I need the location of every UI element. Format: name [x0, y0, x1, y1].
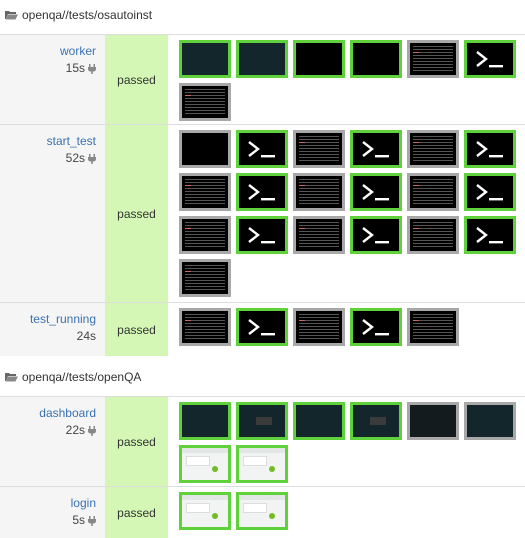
module-row-worker: worker 15s passed — [0, 34, 525, 124]
result-text: passed — [117, 434, 156, 449]
screenshot-thumbnail[interactable] — [179, 492, 231, 530]
duration-text: 24s — [76, 329, 96, 343]
screenshot-thumbnail[interactable] — [350, 308, 402, 346]
screenshot-thumbnail[interactable] — [236, 445, 288, 483]
screenshot-thumbnail[interactable] — [407, 308, 459, 346]
screenshot-thumbnail[interactable] — [407, 173, 459, 211]
result-text: passed — [117, 206, 156, 221]
module-link-login[interactable]: login — [71, 496, 96, 510]
result-cell: passed — [105, 487, 168, 538]
module-link-test-running[interactable]: test_running — [30, 312, 96, 326]
screenshot-thumbnail[interactable] — [293, 308, 345, 346]
screenshot-thumbnail[interactable] — [293, 173, 345, 211]
result-text: passed — [117, 505, 156, 520]
module-name-cell: dashboard 22s — [0, 397, 105, 486]
screenshot-thumbnail[interactable] — [179, 83, 231, 121]
duration-text: 5s — [72, 513, 85, 527]
screenshot-thumbnail[interactable] — [464, 173, 516, 211]
thumbnail-strip — [168, 125, 525, 302]
group-header-openqa: openqa//tests/openQA — [0, 362, 525, 392]
screenshot-thumbnail[interactable] — [407, 216, 459, 254]
screenshot-thumbnail[interactable] — [179, 173, 231, 211]
result-text: passed — [117, 72, 156, 87]
screenshot-thumbnail[interactable] — [350, 130, 402, 168]
screenshot-thumbnail[interactable] — [293, 40, 345, 78]
screenshot-thumbnail[interactable] — [407, 40, 459, 78]
module-row-login: login 5s passed — [0, 486, 525, 538]
folder-open-icon — [5, 10, 18, 20]
module-name-cell: test_running 24s — [0, 303, 105, 356]
thumbnail-strip — [168, 303, 525, 356]
plug-icon — [88, 153, 96, 164]
screenshot-thumbnail[interactable] — [179, 216, 231, 254]
module-link-dashboard[interactable]: dashboard — [39, 406, 96, 420]
module-duration: 5s — [72, 513, 96, 527]
thumbnail-strip — [168, 487, 525, 538]
screenshot-thumbnail[interactable] — [464, 40, 516, 78]
module-link-start-test[interactable]: start_test — [47, 134, 96, 148]
duration-text: 15s — [65, 61, 85, 75]
module-duration: 15s — [66, 61, 96, 75]
screenshot-thumbnail[interactable] — [293, 402, 345, 440]
screenshot-thumbnail[interactable] — [236, 130, 288, 168]
module-row-dashboard: dashboard 22s passed — [0, 396, 525, 486]
group-title: openqa//tests/openQA — [22, 370, 142, 384]
module-row-start-test: start_test 52s passed — [0, 124, 525, 302]
screenshot-thumbnail[interactable] — [179, 445, 231, 483]
screenshot-thumbnail[interactable] — [179, 259, 231, 297]
group-title: openqa//tests/osautoinst — [22, 8, 153, 22]
module-duration: 52s — [66, 151, 96, 165]
screenshot-thumbnail[interactable] — [236, 40, 288, 78]
result-cell: passed — [105, 35, 168, 124]
screenshot-thumbnail[interactable] — [293, 216, 345, 254]
screenshot-thumbnail[interactable] — [236, 173, 288, 211]
screenshot-thumbnail[interactable] — [236, 308, 288, 346]
screenshot-thumbnail[interactable] — [236, 492, 288, 530]
result-text: passed — [117, 322, 156, 337]
module-link-worker[interactable]: worker — [60, 44, 96, 58]
thumbnail-strip — [168, 35, 525, 124]
screenshot-thumbnail[interactable] — [407, 402, 459, 440]
duration-text: 22s — [65, 423, 85, 437]
screenshot-thumbnail[interactable] — [407, 130, 459, 168]
module-name-cell: start_test 52s — [0, 125, 105, 302]
duration-text: 52s — [65, 151, 85, 165]
module-name-cell: worker 15s — [0, 35, 105, 124]
screenshot-thumbnail[interactable] — [179, 40, 231, 78]
screenshot-thumbnail[interactable] — [179, 308, 231, 346]
screenshot-thumbnail[interactable] — [464, 216, 516, 254]
screenshot-thumbnail[interactable] — [236, 402, 288, 440]
screenshot-thumbnail[interactable] — [464, 130, 516, 168]
group-header-osautoinst: openqa//tests/osautoinst — [0, 0, 525, 30]
plug-icon — [88, 425, 96, 436]
screenshot-thumbnail[interactable] — [464, 402, 516, 440]
folder-open-icon — [5, 372, 18, 382]
screenshot-thumbnail[interactable] — [236, 216, 288, 254]
screenshot-thumbnail[interactable] — [179, 130, 231, 168]
screenshot-thumbnail[interactable] — [293, 130, 345, 168]
plug-icon — [88, 63, 96, 74]
screenshot-thumbnail[interactable] — [350, 173, 402, 211]
module-duration: 24s — [77, 329, 96, 343]
module-duration: 22s — [66, 423, 96, 437]
result-cell: passed — [105, 397, 168, 486]
result-cell: passed — [105, 303, 168, 356]
result-cell: passed — [105, 125, 168, 302]
screenshot-thumbnail[interactable] — [350, 40, 402, 78]
module-row-test-running: test_running 24s passed — [0, 302, 525, 356]
screenshot-thumbnail[interactable] — [350, 402, 402, 440]
screenshot-thumbnail[interactable] — [350, 216, 402, 254]
module-name-cell: login 5s — [0, 487, 105, 538]
thumbnail-strip — [168, 397, 525, 486]
screenshot-thumbnail[interactable] — [179, 402, 231, 440]
plug-icon — [88, 515, 96, 526]
